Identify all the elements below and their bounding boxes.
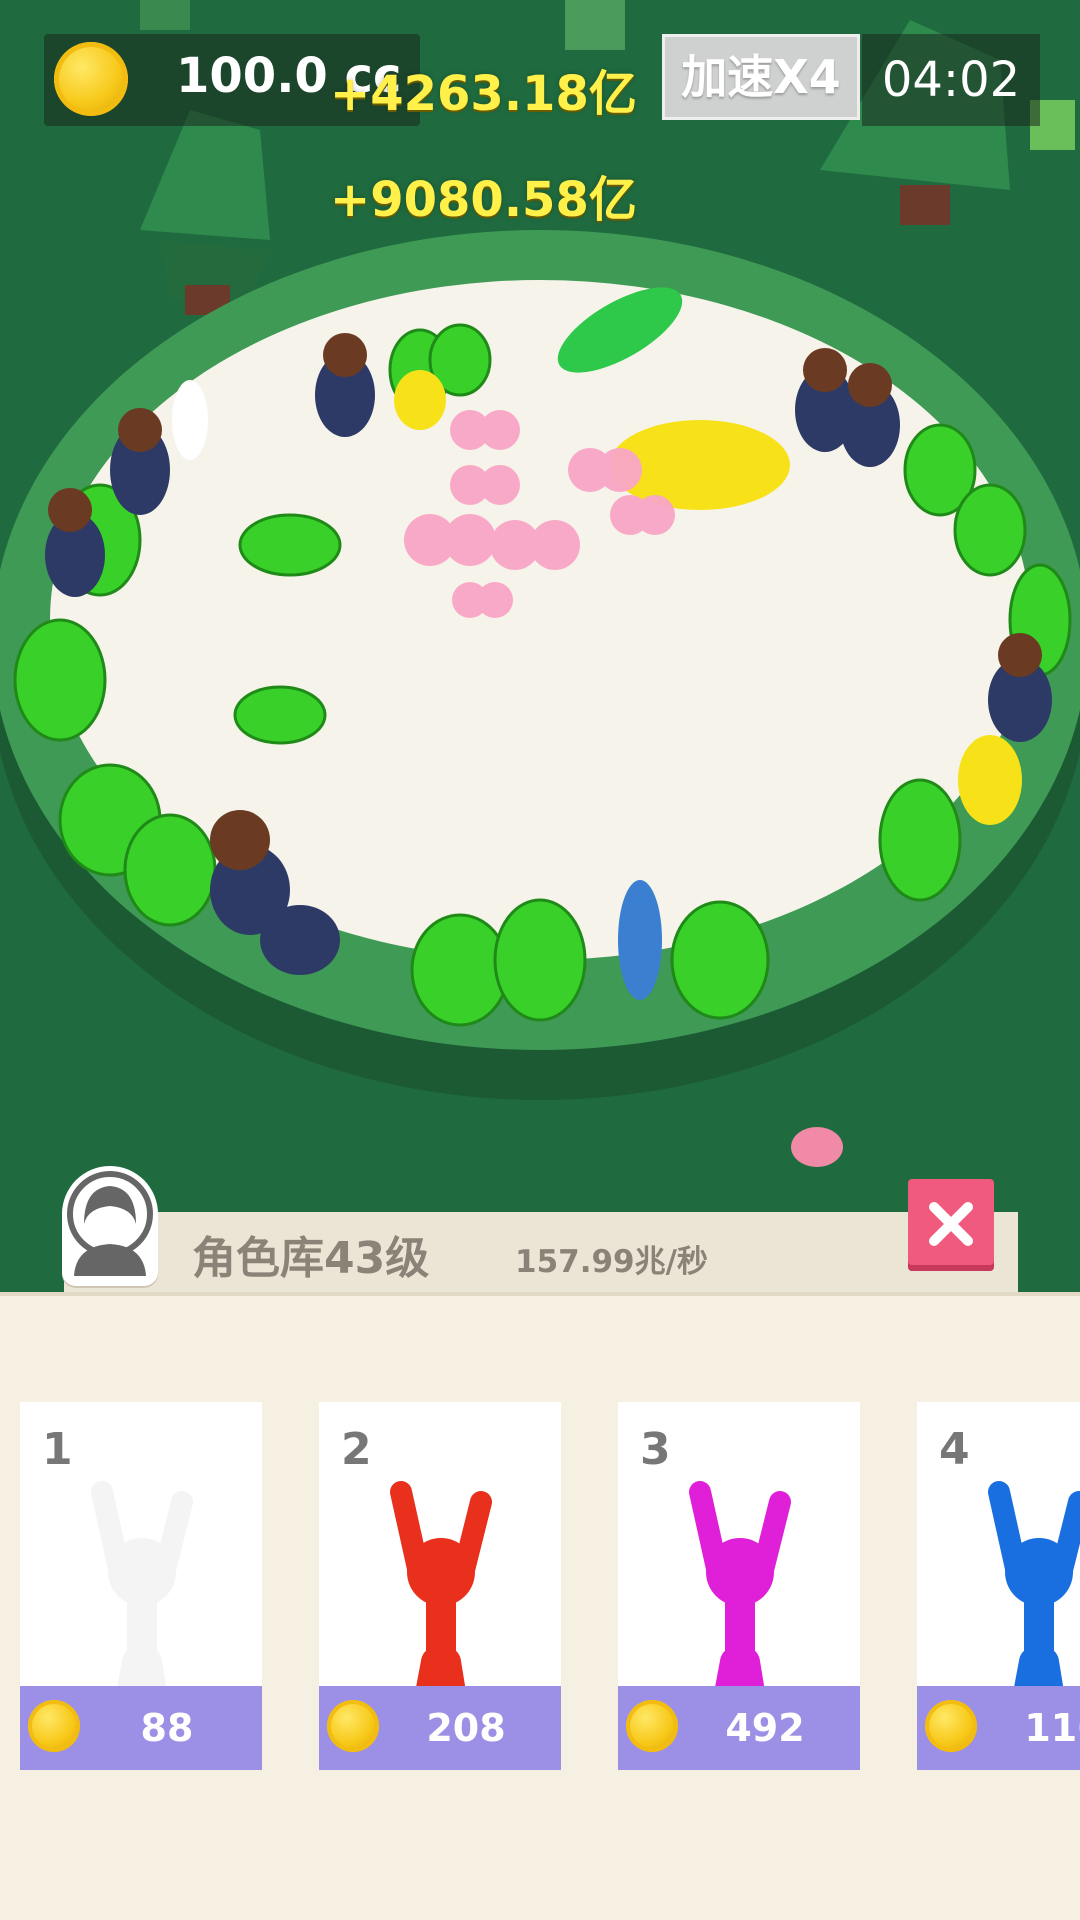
price-label: 208	[426, 1706, 506, 1750]
card-number: 4	[939, 1424, 970, 1475]
card-number: 1	[42, 1424, 73, 1475]
coin-icon	[327, 1700, 379, 1752]
character-white	[172, 380, 208, 460]
avatar-icon	[62, 1166, 158, 1286]
character-card-2[interactable]: 2 208	[319, 1402, 561, 1770]
close-icon	[929, 1202, 973, 1246]
character-card-4[interactable]: 4 116	[917, 1402, 1080, 1770]
speed-boost-button[interactable]: 加速X4	[662, 34, 860, 120]
price-label: 88	[140, 1706, 194, 1750]
price-button[interactable]: 116	[917, 1686, 1080, 1770]
coin-icon	[626, 1700, 678, 1752]
floating-gain-2: +9080.58亿	[330, 172, 637, 228]
card-number: 2	[341, 1424, 372, 1475]
floating-gain-1: +4263.18亿	[330, 66, 637, 122]
coin-icon	[54, 42, 128, 116]
card-number: 3	[640, 1424, 671, 1475]
character-card-3[interactable]: 3 492	[618, 1402, 860, 1770]
price-button[interactable]: 208	[319, 1686, 561, 1770]
price-button[interactable]: 492	[618, 1686, 860, 1770]
price-label: 116	[1024, 1706, 1080, 1750]
price-button[interactable]: 88	[20, 1686, 262, 1770]
income-rate: 157.99兆/秒	[515, 1244, 708, 1280]
library-title: 角色库43级	[192, 1233, 430, 1284]
character-fish	[618, 880, 662, 1000]
price-label: 492	[725, 1706, 805, 1750]
coin-icon	[28, 1700, 80, 1752]
boost-timer: 04:02	[862, 34, 1040, 126]
close-button[interactable]	[908, 1179, 994, 1271]
character-card-1[interactable]: 1 88	[20, 1402, 262, 1770]
coin-icon	[925, 1700, 977, 1752]
